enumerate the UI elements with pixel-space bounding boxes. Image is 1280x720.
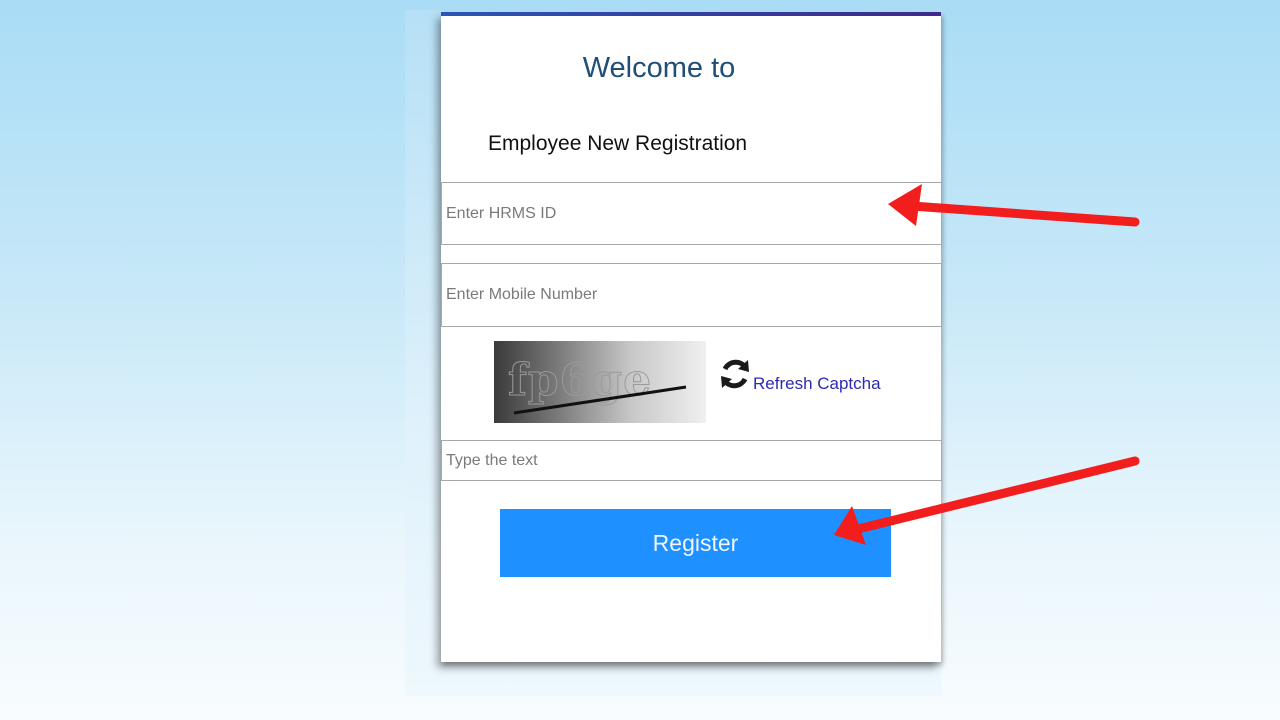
- captcha-strike-line: [513, 385, 687, 415]
- mobile-number-input[interactable]: [441, 263, 942, 327]
- refresh-captcha-button[interactable]: Refresh Captcha: [717, 356, 881, 397]
- register-button[interactable]: Register: [500, 509, 891, 577]
- registration-card: Welcome to Employee New Registration fp6…: [441, 12, 942, 662]
- form-subtitle: Employee New Registration: [488, 132, 748, 155]
- welcome-heading: Welcome to: [582, 52, 736, 84]
- hrms-id-input[interactable]: [441, 182, 942, 245]
- refresh-captcha-label: Refresh Captcha: [753, 373, 881, 393]
- refresh-icon: [717, 356, 753, 397]
- captcha-image: fp6ge: [494, 341, 706, 423]
- captcha-input[interactable]: [441, 440, 942, 481]
